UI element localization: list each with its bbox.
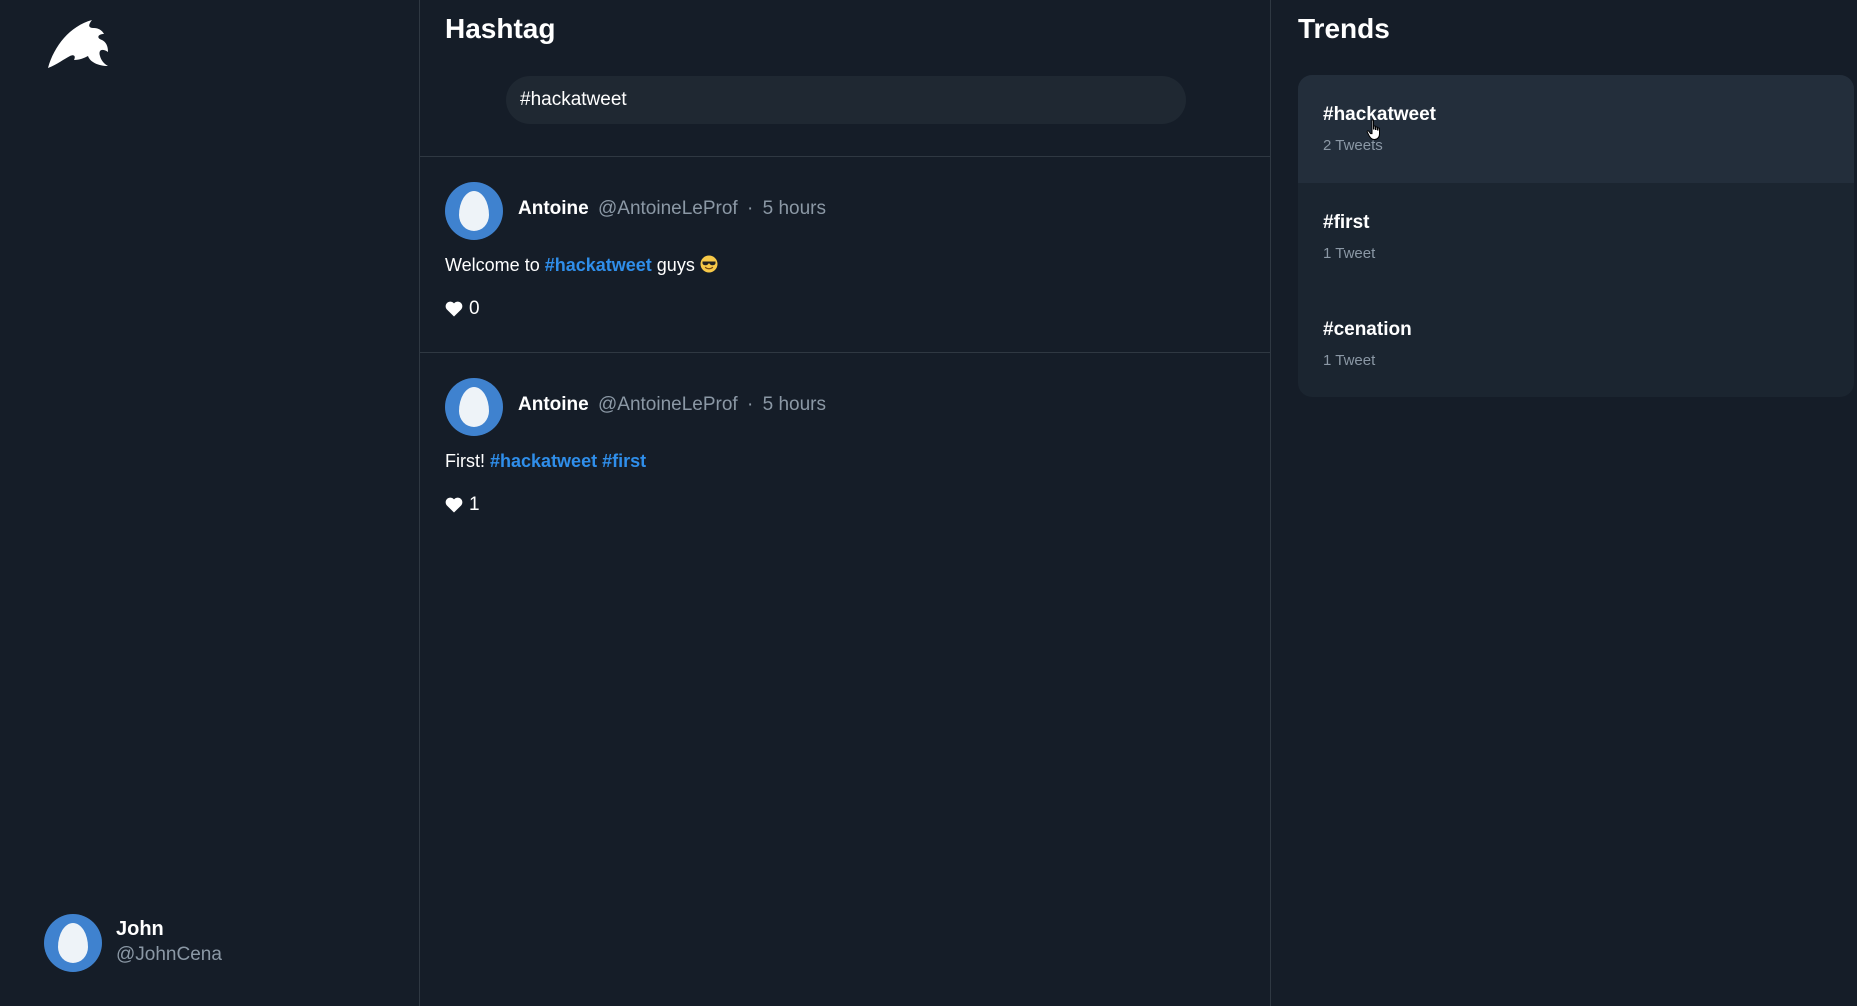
tweet-time: 5 hours: [762, 394, 826, 415]
like-button[interactable]: 1: [445, 493, 480, 517]
page-title: Hashtag: [445, 13, 556, 44]
left-sidebar: John @JohnCena: [0, 0, 420, 1006]
main-feed: Hashtag Antoine @AntoineLeProf · 5 hours…: [420, 0, 1271, 1006]
current-user-name: John: [116, 918, 164, 940]
trend-tag: #hackatweet: [1323, 104, 1437, 125]
tweet-text: Welcome to #hackatweet guys: [445, 253, 718, 277]
trend-tag: #first: [1323, 211, 1370, 233]
tweet-separator: ·: [747, 394, 754, 415]
tweet-author[interactable]: Antoine: [518, 198, 589, 219]
trend-count: 1 Tweet: [1323, 244, 1376, 262]
tweet-header: Antoine @AntoineLeProf · 5 hours: [518, 393, 826, 417]
trend-item-hackatweet[interactable]: #hackatweet 2 Tweets: [1298, 75, 1854, 183]
tweet-author[interactable]: Antoine: [518, 394, 589, 415]
egg-avatar-icon[interactable]: [445, 182, 503, 240]
trend-tag: #cenation: [1323, 319, 1412, 340]
hashtag-link[interactable]: #hackatweet: [545, 255, 652, 275]
tweet-header: Antoine @AntoineLeProf · 5 hours: [518, 197, 826, 221]
trends-title: Trends: [1298, 13, 1390, 44]
bird-wing-icon[interactable]: [44, 16, 112, 72]
tweet-text-before: First!: [445, 451, 485, 471]
egg-avatar-icon: [44, 914, 102, 972]
sunglasses-emoji-icon: [700, 255, 718, 273]
tweet-text-before: Welcome to: [445, 255, 540, 275]
trends-list: #hackatweet 2 Tweets #first 1 Tweet #cen…: [1298, 75, 1854, 397]
heart-icon: [445, 301, 463, 317]
hashtag-link[interactable]: #first: [602, 451, 646, 471]
trend-count: 1 Tweet: [1323, 352, 1376, 369]
trends-panel: Trends #hackatweet 2 Tweets #first 1 Twe…: [1271, 0, 1857, 1006]
trend-item-first[interactable]: #first 1 Tweet: [1298, 183, 1854, 291]
egg-avatar-icon[interactable]: [445, 378, 503, 436]
current-user[interactable]: John @JohnCena: [44, 913, 364, 973]
tweet-time: 5 hours: [762, 198, 826, 219]
tweet-handle: @AntoineLeProf: [598, 394, 738, 415]
app: John @JohnCena Hashtag Antoine @AntoineL…: [0, 0, 1857, 1006]
tweet[interactable]: Antoine @AntoineLeProf · 5 hours First! …: [420, 353, 1270, 549]
hashtag-link[interactable]: #hackatweet: [490, 451, 597, 471]
like-button[interactable]: 0: [445, 297, 480, 321]
main-header: Hashtag: [420, 0, 1270, 157]
tweet-text-after: guys: [656, 255, 695, 275]
trend-count: 2 Tweets: [1323, 137, 1383, 154]
like-count: 1: [469, 494, 480, 515]
current-user-handle: @JohnCena: [116, 944, 222, 965]
tweet-handle: @AntoineLeProf: [598, 198, 738, 219]
tweet[interactable]: Antoine @AntoineLeProf · 5 hours Welcome…: [420, 157, 1270, 353]
like-count: 0: [469, 298, 480, 319]
tweet-separator: ·: [747, 198, 754, 219]
heart-icon: [445, 497, 463, 513]
hashtag-search-input[interactable]: [506, 76, 1186, 124]
tweet-text: First! #hackatweet #first: [445, 449, 646, 473]
trend-item-cenation[interactable]: #cenation 1 Tweet: [1298, 290, 1854, 397]
